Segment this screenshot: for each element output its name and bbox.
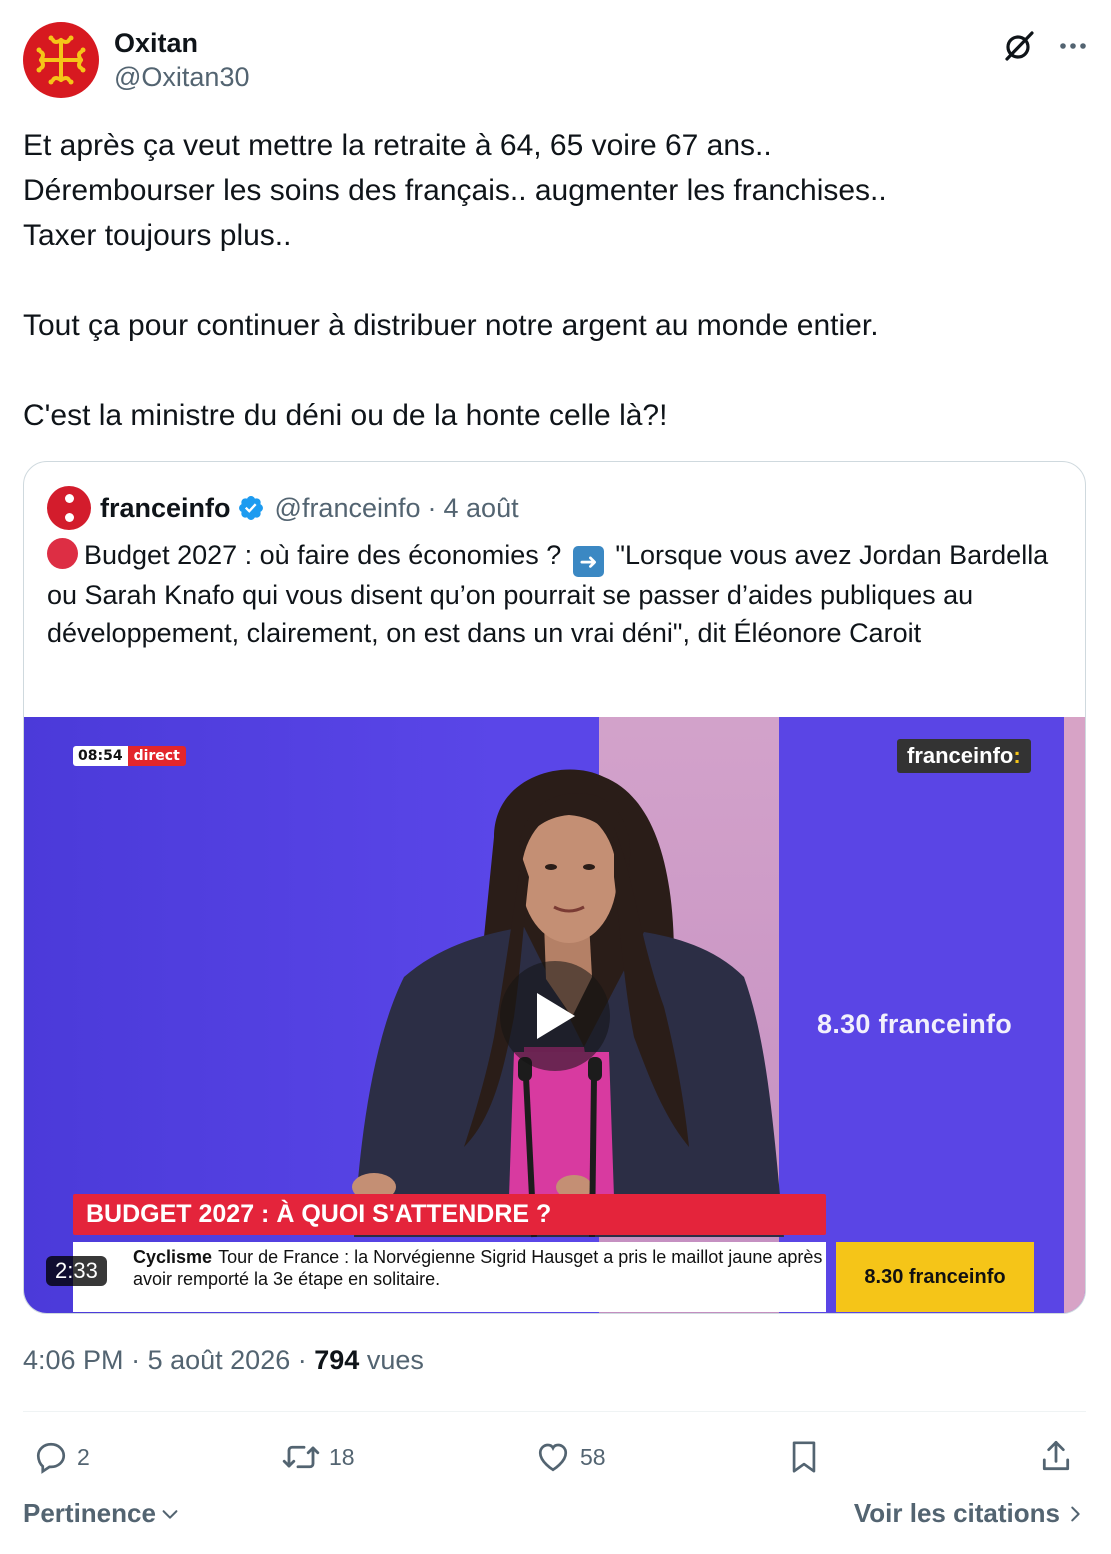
news-ticker: Cyclisme Tour de France : la Norvégienne … <box>73 1242 826 1312</box>
repost-count: 18 <box>329 1443 355 1470</box>
reply-button[interactable]: 2 <box>33 1432 90 1482</box>
replies-footer: Pertinence Voir les citations <box>23 1498 1086 1538</box>
sort-label: Pertinence <box>23 1498 156 1528</box>
franceinfo-avatar <box>47 486 91 530</box>
ticker-show-box: 8.30 franceinfo <box>836 1242 1034 1312</box>
ticker-category: Cyclisme <box>133 1247 213 1267</box>
author-handle[interactable]: @Oxitan30 <box>114 59 249 95</box>
logo-dot <box>64 513 74 522</box>
tweet-detail: Oxitan @Oxitan30 Et après ça veut mettre… <box>0 0 1111 1554</box>
more-dots-icon <box>1060 43 1086 49</box>
separator: · <box>131 1345 141 1375</box>
chevron-right-icon <box>1071 1506 1080 1521</box>
heart-icon <box>538 1443 568 1472</box>
reply-count: 2 <box>77 1443 90 1470</box>
header-actions <box>1001 22 1087 64</box>
reply-icon <box>36 1442 66 1474</box>
grok-button[interactable] <box>1001 28 1037 64</box>
quotes-label: Voir les citations <box>853 1498 1060 1528</box>
views-label: vues <box>366 1345 424 1375</box>
separator: · <box>427 492 437 523</box>
repost-icon <box>282 1445 320 1469</box>
grok-icon <box>1005 31 1034 61</box>
sort-dropdown[interactable]: Pertinence <box>23 1498 181 1529</box>
quoted-author-handle: @franceinfo <box>274 492 421 523</box>
more-options-button[interactable] <box>1059 41 1087 51</box>
tweet-text: Et après ça veut mettre la retraite à 64… <box>23 129 887 432</box>
share-button[interactable] <box>1038 1432 1074 1482</box>
post-date[interactable]: 5 août 2026 <box>148 1345 291 1375</box>
separator: · <box>297 1345 307 1375</box>
video-duration: 2:33 <box>46 1256 107 1286</box>
bookmark-button[interactable] <box>787 1432 821 1482</box>
right-arrow-icon: ➜ <box>572 546 604 577</box>
post-time[interactable]: 4:06 PM <box>23 1345 124 1375</box>
chevron-down-icon <box>162 1509 178 1519</box>
avatar[interactable] <box>23 22 99 98</box>
play-icon <box>537 993 575 1039</box>
action-bar: 2 18 58 <box>23 1432 1086 1482</box>
tweet-header: Oxitan @Oxitan30 <box>23 22 1087 100</box>
verified-badge-icon <box>237 494 265 522</box>
view-quotes-link[interactable]: Voir les citations <box>854 1498 1086 1529</box>
red-circle-icon <box>47 538 78 569</box>
quoted-date: 4 août <box>443 492 519 523</box>
play-button[interactable] <box>500 961 610 1071</box>
quoted-tweet-header: franceinfo @franceinfo · 4 août <box>47 486 519 530</box>
logo-dot <box>64 494 74 503</box>
quoted-text-part1: Budget 2027 : où faire des économies ? <box>84 540 562 570</box>
quoted-tweet[interactable]: franceinfo @franceinfo · 4 août Budget 2… <box>23 461 1086 1314</box>
bookmark-icon <box>792 1441 816 1473</box>
divider <box>23 1411 1086 1412</box>
news-banner: BUDGET 2027 : À QUOI S'ATTENDRE ? <box>73 1194 826 1235</box>
share-icon <box>1042 1440 1070 1471</box>
video-player[interactable]: 08:54 direct franceinfo: 8.30 franceinfo <box>24 717 1085 1313</box>
view-count: 794 <box>314 1345 360 1375</box>
repost-button[interactable]: 18 <box>281 1432 355 1482</box>
occitan-cross-icon <box>36 35 86 85</box>
like-count: 58 <box>580 1443 606 1470</box>
tweet-meta: 4:06 PM · 5 août 2026 · 794 vues <box>23 1345 424 1376</box>
author-name[interactable]: Oxitan <box>114 27 249 59</box>
like-button[interactable]: 58 <box>534 1432 606 1482</box>
quoted-tweet-text: Budget 2027 : où faire des économies ? ➜… <box>47 537 1057 652</box>
author-info: Oxitan @Oxitan30 <box>114 22 249 95</box>
ticker-text: Tour de France : la Norvégienne Sigrid H… <box>133 1247 823 1289</box>
quoted-author-name: franceinfo <box>100 492 231 523</box>
